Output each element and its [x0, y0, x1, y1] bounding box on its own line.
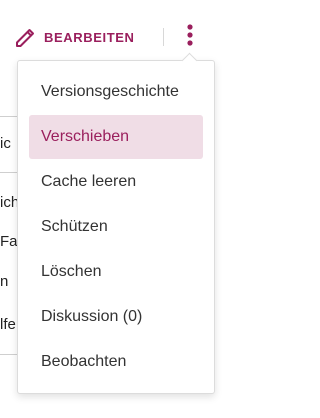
menu-item-cache-leeren[interactable]: Cache leeren — [29, 160, 203, 204]
edit-button-label: BEARBEITEN — [44, 29, 135, 45]
menu-item-verschieben[interactable]: Verschieben — [29, 115, 203, 159]
pencil-icon — [14, 26, 36, 48]
edit-button[interactable]: BEARBEITEN — [14, 26, 135, 48]
page-toolbar: BEARBEITEN — [14, 22, 193, 52]
toolbar-divider — [163, 28, 164, 46]
page: BEARBEITEN ic ich Fa n lfe Versionsgesch… — [0, 0, 233, 418]
menu-item-versionsgeschichte[interactable]: Versionsgeschichte — [29, 70, 203, 114]
background-text: ic — [0, 135, 11, 152]
menu-item-schuetzen[interactable]: Schützen — [29, 205, 203, 249]
menu-item-beobachten[interactable]: Beobachten — [29, 340, 203, 384]
background-text: n — [0, 273, 9, 290]
background-text: lfe — [0, 316, 16, 333]
background-text: Fa — [0, 233, 18, 250]
menu-item-loeschen[interactable]: Löschen — [29, 250, 203, 294]
more-actions-menu: Versionsgeschichte Verschieben Cache lee… — [17, 52, 215, 394]
menu-item-diskussion[interactable]: Diskussion (0) — [29, 295, 203, 339]
more-actions-button[interactable] — [180, 22, 200, 52]
menu-caret — [181, 52, 198, 69]
vertical-ellipsis-icon — [186, 23, 194, 52]
